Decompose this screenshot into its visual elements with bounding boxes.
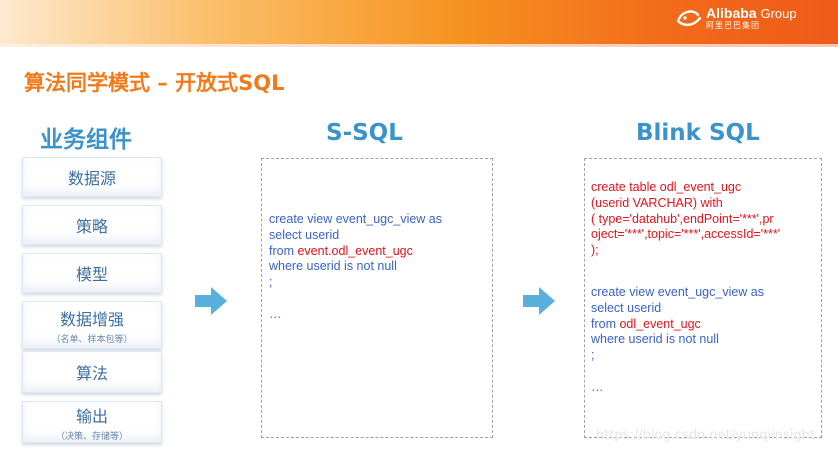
component-label: 数据源: [67, 169, 116, 188]
watermark: https://blog.csdn.net/yunqiinsight: [596, 428, 815, 443]
alibaba-smile-icon: [676, 10, 702, 26]
code-table-name: event.odl_event_ugc: [297, 243, 413, 258]
code-table-name: odl_event_ugc: [619, 316, 701, 331]
code-line: create view event_ugc_view as: [591, 285, 765, 299]
component-sublabel: （决策、存储等）: [55, 431, 128, 442]
alibaba-group-logo: Alibaba Group 阿里巴巴集团: [676, 6, 797, 30]
component-output[interactable]: 输出 （决策、存储等）: [22, 401, 162, 443]
component-label: 算法: [75, 364, 108, 383]
blink-sql-heading: Blink SQL: [636, 120, 760, 146]
component-label: 模型: [75, 265, 108, 284]
blink-sql-code-panel: create table odl_event_ugc (userid VARCH…: [584, 158, 822, 438]
arrow-right-icon: [195, 287, 227, 315]
code-line: from odl_event_ugc: [591, 317, 764, 333]
code-line: ( type='datahub',endPoint='***',pr: [591, 211, 774, 226]
code-line: create table odl_event_ugc: [591, 180, 742, 194]
component-label: 输出: [75, 406, 108, 426]
code-ellipsis: …: [269, 306, 282, 321]
code-line: oject='***',topic='***',accessId='***': [591, 227, 781, 242]
code-line: );: [591, 243, 599, 258]
component-stack: 数据源 策略 模型 数据增强 （名单、样本包等） 算法 输出 （决策、存储等）: [22, 157, 162, 447]
header-banner: Alibaba Group 阿里巴巴集团: [0, 0, 838, 47]
code-line: ;: [269, 275, 273, 290]
brand-group: Group: [760, 6, 797, 21]
component-data-source[interactable]: 数据源: [22, 157, 162, 197]
code-line: where userid is not null: [591, 332, 719, 347]
code-line: create view event_ugc_view as: [269, 212, 443, 226]
component-strategy[interactable]: 策略: [22, 205, 162, 245]
business-components-heading: 业务组件: [40, 127, 132, 153]
ssql-heading: S-SQL: [326, 120, 403, 146]
component-data-enhancement[interactable]: 数据增强 （名单、样本包等）: [22, 301, 162, 349]
code-line: from event.odl_event_ugc: [269, 244, 442, 260]
code-line: select userid: [591, 300, 662, 315]
component-model[interactable]: 模型: [22, 253, 162, 293]
code-line: ;: [591, 348, 595, 363]
blink-create-view-code: create view event_ugc_view as select use…: [591, 285, 764, 396]
ssql-code-panel: create view event_ugc_view as select use…: [261, 158, 493, 438]
code-ellipsis: …: [591, 379, 604, 394]
code-keyword: from: [591, 316, 620, 331]
ssql-code: create view event_ugc_view as select use…: [269, 212, 442, 323]
brand-main: Alibaba: [706, 5, 757, 21]
code-keyword: from: [269, 243, 298, 258]
component-sublabel: （名单、样本包等）: [51, 334, 133, 345]
code-line: select userid: [269, 227, 340, 242]
component-algorithm[interactable]: 算法: [22, 351, 162, 393]
code-line: (userid VARCHAR) with: [591, 195, 723, 210]
code-line: where userid is not null: [269, 259, 397, 274]
blink-create-table-code: create table odl_event_ugc (userid VARCH…: [591, 180, 780, 259]
slide-title: 算法同学模式 – 开放式SQL: [24, 71, 285, 95]
arrow-right-icon: [523, 287, 555, 315]
component-label: 数据增强: [59, 309, 124, 329]
component-label: 策略: [75, 217, 108, 236]
brand-sub: 阿里巴巴集团: [706, 21, 760, 30]
